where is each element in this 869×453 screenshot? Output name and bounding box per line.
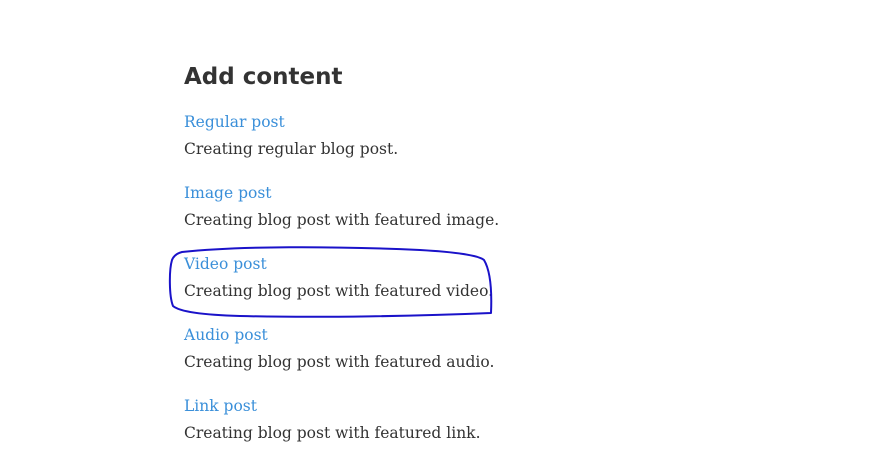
image-post-link[interactable]: Image post (184, 182, 784, 204)
content-type-item-audio-post: Audio post Creating blog post with featu… (184, 324, 784, 373)
audio-post-description: Creating blog post with featured audio. (184, 353, 495, 371)
content-type-item-image-post: Image post Creating blog post with featu… (184, 182, 784, 231)
content-type-item-video-post: Video post Creating blog post with featu… (184, 253, 784, 302)
page: Add content Regular post Creating regula… (0, 0, 869, 453)
regular-post-link[interactable]: Regular post (184, 111, 784, 133)
link-post-link[interactable]: Link post (184, 395, 784, 417)
add-content-section: Add content Regular post Creating regula… (184, 58, 784, 442)
content-type-item-regular-post: Regular post Creating regular blog post. (184, 111, 784, 160)
image-post-description: Creating blog post with featured image. (184, 211, 500, 229)
video-post-link[interactable]: Video post (184, 253, 784, 275)
content-type-item-link-post: Link post Creating blog post with featur… (184, 395, 784, 444)
link-post-description: Creating blog post with featured link. (184, 424, 481, 442)
regular-post-description: Creating regular blog post. (184, 140, 399, 158)
page-title: Add content (184, 64, 343, 90)
video-post-description: Creating blog post with featured video. (184, 282, 494, 300)
audio-post-link[interactable]: Audio post (184, 324, 784, 346)
